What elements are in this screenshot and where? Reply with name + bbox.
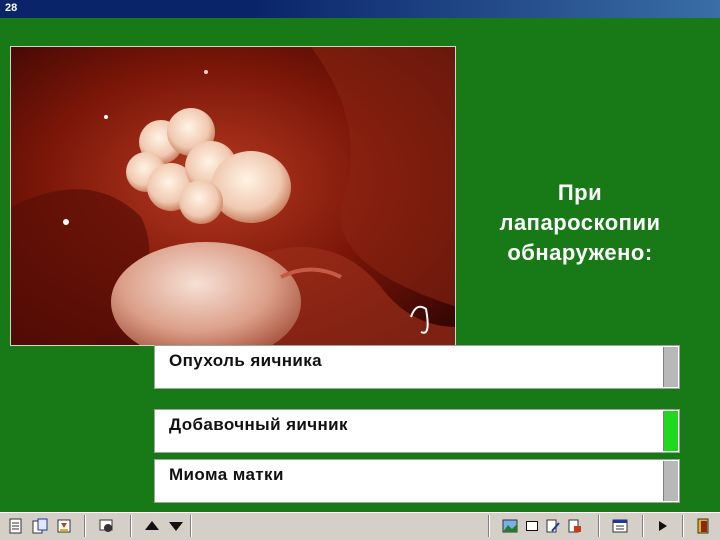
toolbar-separator [642,515,644,537]
answer-label: Миома матки [169,465,284,484]
answer-option-2[interactable]: Добавочный яичник [154,409,680,453]
question-heading: При лапароскопии обнаружено: [470,178,690,268]
exit-icon[interactable] [694,516,714,536]
notes-icon[interactable] [6,516,26,536]
edit-icon[interactable] [544,516,562,536]
picture-icon[interactable] [500,516,520,536]
print-icon[interactable] [566,516,584,536]
export-icon[interactable] [54,516,74,536]
answer-indicator-selected [663,411,678,451]
mask-icon[interactable] [96,516,116,536]
heading-line-2: лапароскопии [499,210,661,235]
toolbar-separator [130,515,132,537]
window-title: 28 [5,2,18,14]
answer-option-1[interactable]: Опухоль яичника [154,345,680,389]
toolbar-separator [488,515,490,537]
prev-arrow-icon[interactable] [144,516,160,536]
heading-line-1: При [557,180,603,205]
toolbar [0,512,720,540]
answer-label: Опухоль яичника [169,351,323,370]
window-icon[interactable] [524,516,540,536]
answer-option-3[interactable]: Миома матки [154,459,680,503]
toolbar-separator [598,515,600,537]
laparoscopy-photo [10,46,456,346]
next-arrow-icon[interactable] [168,516,184,536]
play-icon[interactable] [656,516,670,536]
toolbar-separator [682,515,684,537]
answer-label: Добавочный яичник [169,415,348,434]
heading-line-3: обнаружено: [507,240,653,265]
title-bar: 28 [0,0,720,18]
toolbar-separator [190,515,192,537]
answer-indicator [663,461,678,501]
copy-icon[interactable] [30,516,50,536]
calculator-icon[interactable] [610,516,630,536]
answer-indicator [663,347,678,387]
toolbar-separator [84,515,86,537]
